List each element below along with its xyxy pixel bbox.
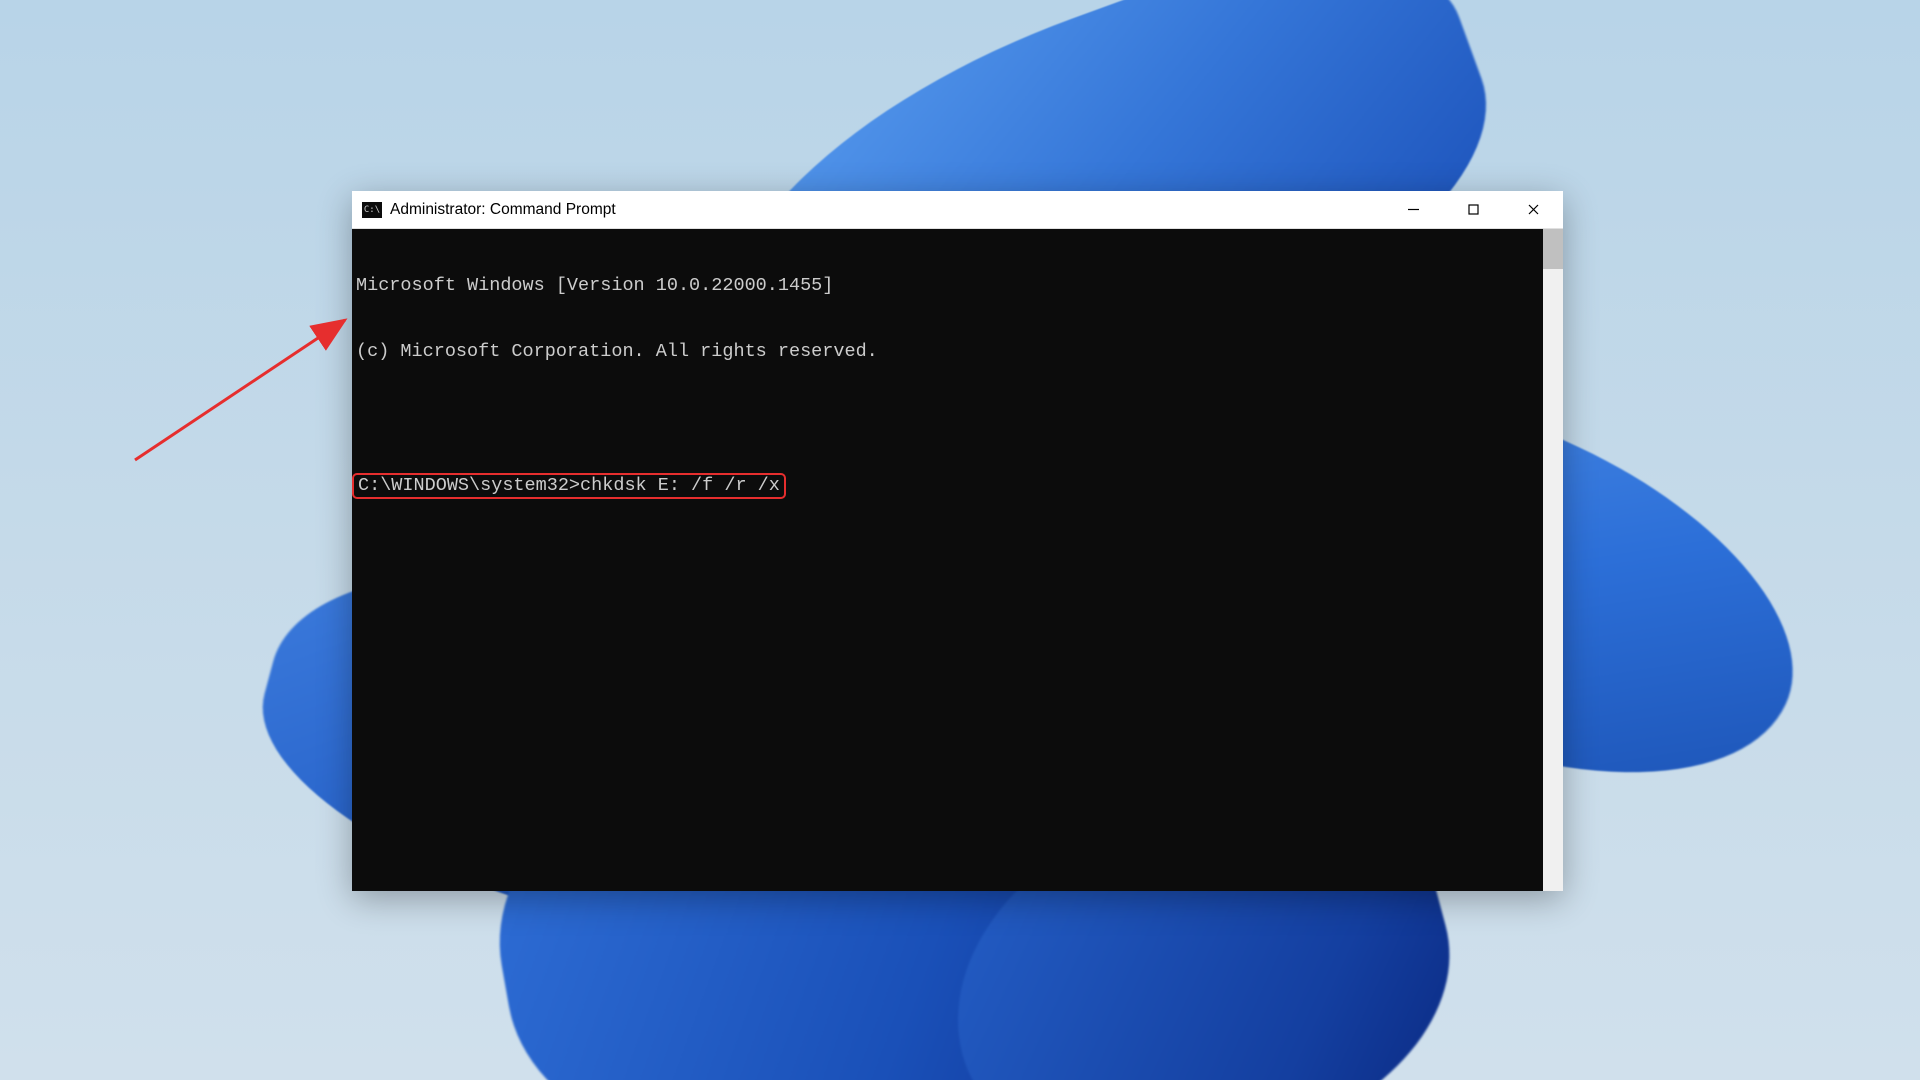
scrollbar-thumb[interactable] (1543, 229, 1563, 269)
terminal-line-version: Microsoft Windows [Version 10.0.22000.14… (356, 275, 1559, 297)
minimize-icon (1407, 203, 1420, 216)
terminal-line-copyright: (c) Microsoft Corporation. All rights re… (356, 341, 1559, 363)
highlighted-command: C:\WINDOWS\system32>chkdsk E: /f /r /x (352, 473, 786, 499)
command-prompt-window: C:\ Administrator: Command Prompt Micros… (352, 191, 1563, 891)
minimize-button[interactable] (1383, 191, 1443, 228)
maximize-button[interactable] (1443, 191, 1503, 228)
cmd-icon: C:\ (362, 202, 382, 218)
maximize-icon (1467, 203, 1480, 216)
titlebar[interactable]: C:\ Administrator: Command Prompt (352, 191, 1563, 229)
window-title: Administrator: Command Prompt (390, 201, 1383, 219)
terminal-command-line: C:\WINDOWS\system32>chkdsk E: /f /r /x (356, 473, 1559, 499)
window-controls (1383, 191, 1563, 228)
terminal-output[interactable]: Microsoft Windows [Version 10.0.22000.14… (352, 229, 1563, 891)
close-icon (1527, 203, 1540, 216)
terminal-blank-line (356, 407, 1559, 429)
scrollbar[interactable] (1543, 229, 1563, 891)
close-button[interactable] (1503, 191, 1563, 228)
